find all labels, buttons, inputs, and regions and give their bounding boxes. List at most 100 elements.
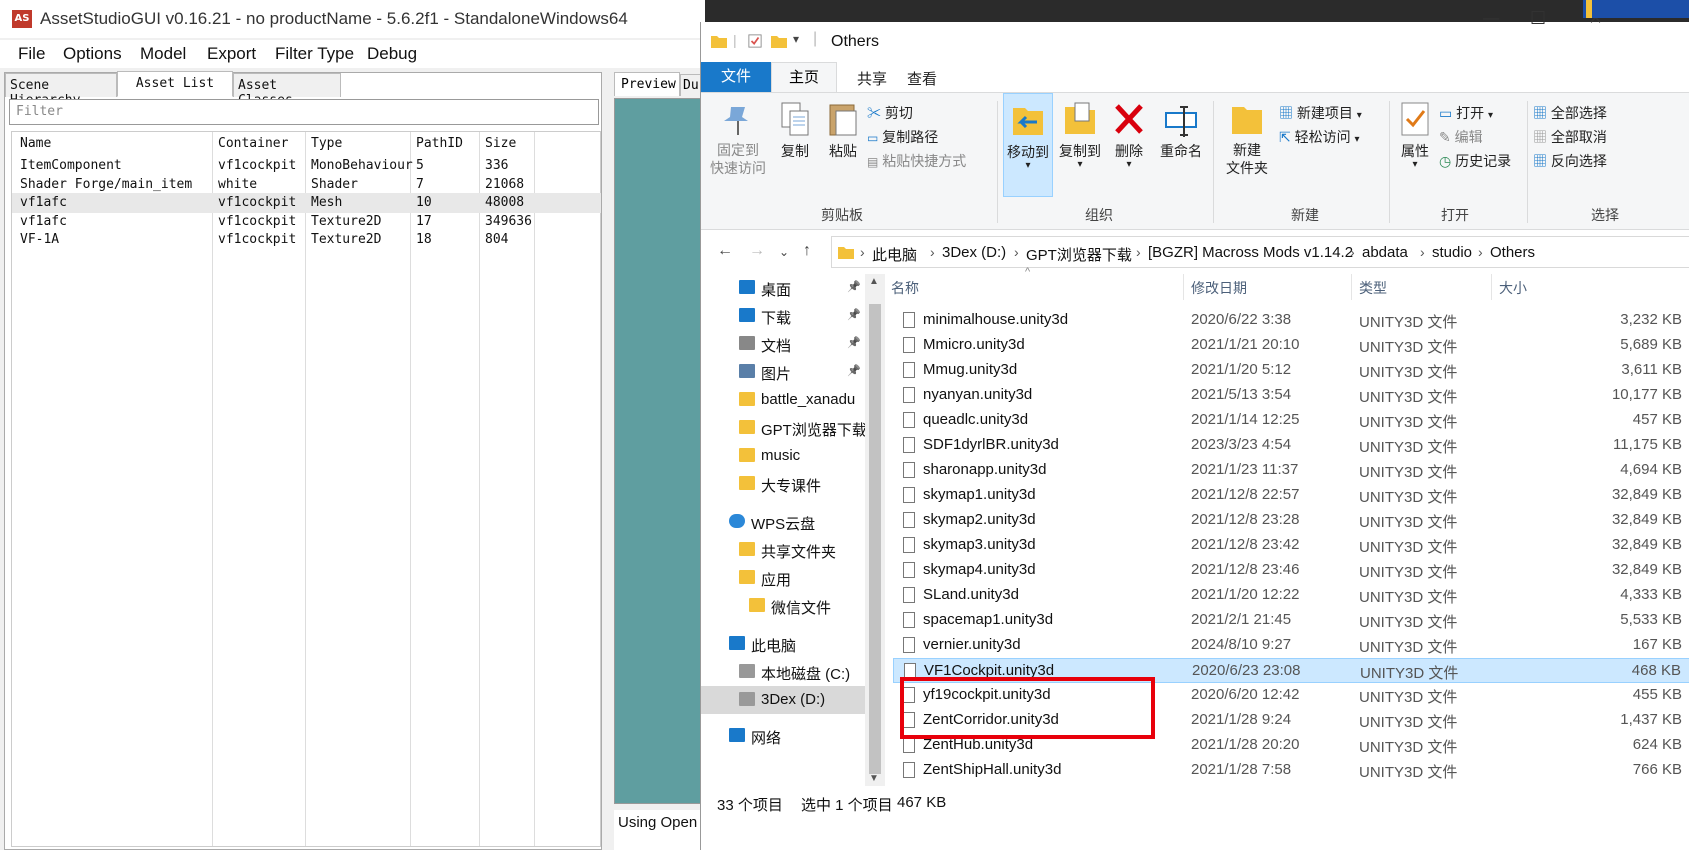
column-date[interactable]: 修改日期: [1191, 278, 1247, 298]
tab-file[interactable]: 文件: [701, 62, 771, 92]
header-name[interactable]: Name: [20, 136, 51, 151]
new-folder-button[interactable]: 新建 文件夹: [1219, 93, 1275, 197]
list-item[interactable]: skymap2.unity3d 2021/12/8 23:28 UNITY3D 文件…: [893, 508, 1689, 533]
breadcrumb-drive-d[interactable]: 3Dex (D:): [942, 244, 1006, 261]
header-container[interactable]: Container: [218, 136, 288, 151]
back-arrow-icon[interactable]: ←: [717, 242, 733, 260]
nav-item[interactable]: 大专课件: [701, 470, 885, 498]
nav-scrollbar-thumb[interactable]: [869, 304, 881, 774]
menu-options[interactable]: Options: [63, 44, 122, 64]
new-item-button[interactable]: ▦ 新建项目 ▾: [1279, 103, 1362, 123]
nav-item[interactable]: 图片 📌: [701, 358, 885, 386]
scroll-down-icon[interactable]: ▼: [869, 773, 879, 784]
nav-item[interactable]: 下载 📌: [701, 302, 885, 330]
table-row[interactable]: ItemComponent vf1cockpit MonoBehaviour 5 336: [12, 156, 601, 176]
breadcrumb-abdata[interactable]: abdata: [1362, 244, 1408, 261]
edit-button[interactable]: ✎ 编辑: [1439, 127, 1483, 147]
cut-button[interactable]: ✂ 剪切: [867, 103, 913, 123]
menu-file[interactable]: File: [18, 44, 45, 64]
paste-button[interactable]: 粘贴: [819, 93, 867, 197]
nav-item[interactable]: 文档 📌: [701, 330, 885, 358]
list-item[interactable]: vernier.unity3d 2024/8/10 9:27 UNITY3D 文件 1…: [893, 633, 1689, 658]
minimize-icon[interactable]: —: [1482, 8, 1500, 29]
copy-path-button[interactable]: ▭ 复制路径: [867, 127, 938, 147]
nav-item[interactable]: 共享文件夹: [701, 536, 885, 564]
history-button[interactable]: ◷ 历史记录: [1439, 151, 1511, 171]
table-row[interactable]: VF-1A vf1cockpit Texture2D 18 804: [12, 230, 601, 250]
nav-item[interactable]: 应用: [701, 564, 885, 592]
menu-export[interactable]: Export: [207, 44, 256, 64]
nav-scrollbar[interactable]: ▲ ▼: [865, 274, 885, 786]
table-row[interactable]: Shader Forge/main_item white Shader 7 21068: [12, 175, 601, 195]
nav-item[interactable]: 桌面 📌: [701, 274, 885, 302]
recent-dropdown-icon[interactable]: ⌄: [779, 245, 789, 259]
list-item[interactable]: skymap3.unity3d 2021/12/8 23:42 UNITY3D 文件…: [893, 533, 1689, 558]
invert-selection-button[interactable]: ▦ 反向选择: [1533, 151, 1607, 171]
scroll-up-icon[interactable]: ▲: [869, 276, 879, 287]
filter-input[interactable]: Filter: [9, 99, 599, 125]
nav-item[interactable]: GPT浏览器下载: [701, 414, 885, 442]
header-type[interactable]: Type: [311, 136, 342, 151]
copy-button[interactable]: 复制: [771, 93, 819, 197]
tab-asset-list[interactable]: Asset List: [117, 71, 233, 97]
move-to-button[interactable]: 移动到 ▾: [1003, 93, 1053, 197]
forward-arrow-icon[interactable]: →: [749, 242, 765, 260]
list-item[interactable]: ZentShipHall.unity3d 2021/1/28 7:58 UNITY3…: [893, 758, 1689, 783]
list-item[interactable]: skymap1.unity3d 2021/12/8 22:57 UNITY3D 文件…: [893, 483, 1689, 508]
open-button[interactable]: ▭ 打开 ▾: [1439, 103, 1493, 123]
nav-item[interactable]: 微信文件: [701, 592, 885, 620]
breadcrumb-gpt-downloads[interactable]: GPT浏览器下载: [1026, 244, 1132, 265]
delete-button[interactable]: 删除 ▾: [1109, 93, 1149, 197]
nav-item[interactable]: 3Dex (D:): [701, 686, 885, 714]
nav-item[interactable]: 网络: [701, 722, 885, 750]
menu-model[interactable]: Model: [140, 44, 186, 64]
breadcrumb-macross-mods[interactable]: [BGZR] Macross Mods v1.14.2: [1148, 244, 1353, 261]
tab-preview[interactable]: Preview: [614, 72, 680, 96]
copy-to-button[interactable]: 复制到 ▾: [1055, 93, 1105, 197]
table-row[interactable]: vf1afc vf1cockpit Texture2D 17 349636: [12, 212, 601, 232]
easy-access-button[interactable]: ⇱ 轻松访问 ▾: [1279, 127, 1360, 147]
table-row[interactable]: vf1afc vf1cockpit Mesh 10 48008: [12, 193, 601, 214]
list-item[interactable]: SLand.unity3d 2021/1/20 12:22 UNITY3D 文件 4,…: [893, 583, 1689, 608]
breadcrumb-others[interactable]: Others: [1490, 244, 1535, 261]
select-all-button[interactable]: ▦ 全部选择: [1533, 103, 1607, 123]
column-type[interactable]: 类型: [1359, 278, 1387, 298]
nav-item[interactable]: WPS云盘: [701, 508, 885, 536]
tab-view[interactable]: 查看: [907, 68, 937, 89]
list-item[interactable]: Mmicro.unity3d 2021/1/21 20:10 UNITY3D 文件 5…: [893, 333, 1689, 358]
tab-share[interactable]: 共享: [857, 68, 887, 89]
column-size[interactable]: 大小: [1499, 278, 1527, 298]
nav-item[interactable]: 此电脑: [701, 630, 885, 658]
select-none-button[interactable]: ▦ 全部取消: [1533, 127, 1607, 147]
list-item[interactable]: nyanyan.unity3d 2021/5/13 3:54 UNITY3D 文件 1…: [893, 383, 1689, 408]
list-item[interactable]: SDF1dyrlBR.unity3d 2023/3/23 4:54 UNITY3D …: [893, 433, 1689, 458]
tab-home[interactable]: 主页: [771, 62, 837, 92]
up-arrow-icon[interactable]: ↑: [803, 242, 811, 260]
breadcrumb-studio[interactable]: studio: [1432, 244, 1472, 261]
rename-button[interactable]: 重命名: [1151, 93, 1211, 197]
list-item[interactable]: spacemap1.unity3d 2021/2/1 21:45 UNITY3D 文…: [893, 608, 1689, 633]
new-folder-qa-icon[interactable]: [771, 34, 787, 48]
address-bar[interactable]: › 此电脑 › 3Dex (D:) › GPT浏览器下载 › [BGZR] Ma…: [831, 236, 1689, 268]
pin-quick-access-button[interactable]: 固定到 快速访问: [707, 93, 769, 197]
list-item[interactable]: sharonapp.unity3d 2021/1/23 11:37 UNITY3D …: [893, 458, 1689, 483]
list-item[interactable]: Mmug.unity3d 2021/1/20 5:12 UNITY3D 文件 3,61…: [893, 358, 1689, 383]
menu-filter-type[interactable]: Filter Type: [275, 44, 354, 64]
properties-check-icon[interactable]: [747, 34, 763, 48]
header-size[interactable]: Size: [485, 136, 516, 151]
nav-item[interactable]: battle_xanadu: [701, 386, 885, 414]
menu-debug[interactable]: Debug: [367, 44, 417, 64]
tab-asset-classes[interactable]: Asset Classes: [233, 73, 341, 108]
nav-item[interactable]: music: [701, 442, 885, 470]
tab-scene-hierarchy[interactable]: Scene Hierarchy: [5, 73, 117, 108]
list-item[interactable]: minimalhouse.unity3d 2020/6/22 3:38 UNITY3…: [893, 308, 1689, 333]
properties-button[interactable]: 属性 ▾: [1395, 93, 1435, 197]
column-name[interactable]: 名称: [891, 278, 919, 298]
paste-shortcut-button[interactable]: ▤ 粘贴快捷方式: [867, 151, 966, 171]
list-item[interactable]: skymap4.unity3d 2021/12/8 23:46 UNITY3D 文件…: [893, 558, 1689, 583]
breadcrumb-this-pc[interactable]: 此电脑: [872, 244, 917, 265]
qa-dropdown-icon[interactable]: ▾: [793, 32, 799, 46]
list-item[interactable]: queadlc.unity3d 2021/1/14 12:25 UNITY3D 文件…: [893, 408, 1689, 433]
maximize-icon[interactable]: ☐: [1530, 8, 1546, 29]
nav-item[interactable]: 本地磁盘 (C:): [701, 658, 885, 686]
